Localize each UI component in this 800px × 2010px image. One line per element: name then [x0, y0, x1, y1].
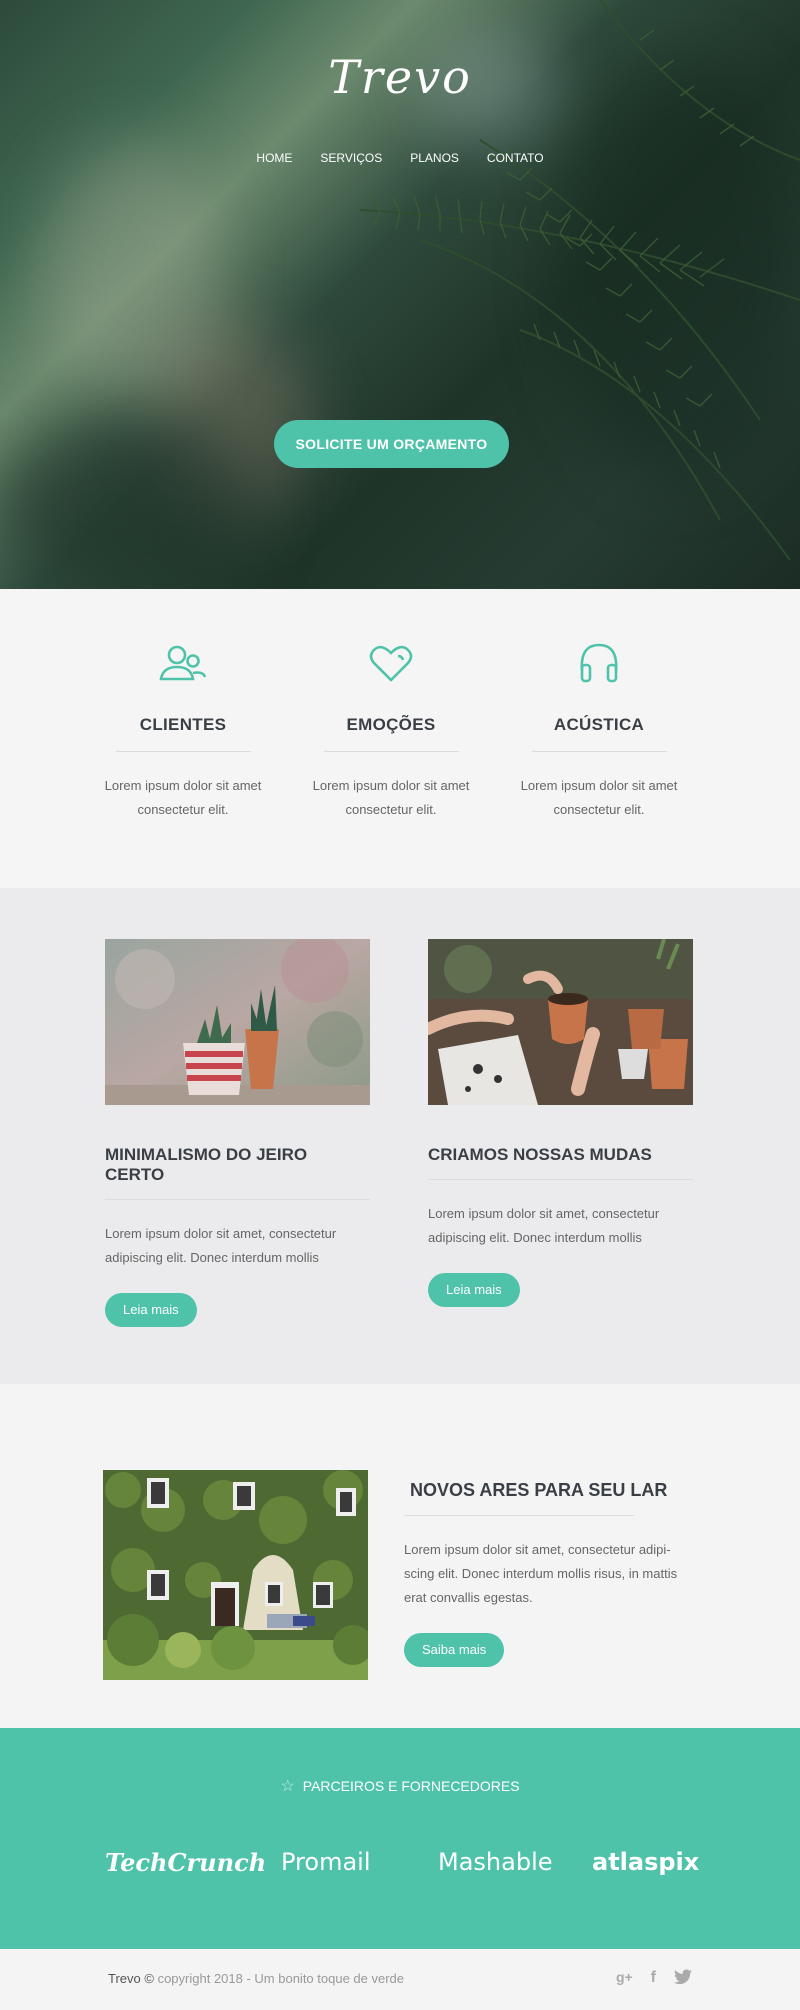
partner-logo-promail[interactable]: Promail [281, 1848, 371, 1876]
partner-logo-mashable[interactable]: Mashable [438, 1848, 553, 1876]
article-title: MINIMALISMO DO JEIRO CERTO [105, 1145, 308, 1184]
articles-section: MINIMALISMO DO JEIRO CERTO Lorem ipsum d… [0, 888, 800, 1384]
feature-acustica: ACÚSTICA Lorem ipsum dolor sit amet cons… [499, 639, 699, 822]
featured-content: NOVOS ARES PARA SEU LAR Lorem ipsum dolo… [404, 1470, 699, 1667]
learn-more-button[interactable]: Saiba mais [404, 1633, 505, 1667]
hero-section: Trevo HOME SERVIÇOS PLANOS CONTATO SOLIC… [0, 0, 800, 589]
footer: Trevo © copyright 2018 - Um bonito toque… [0, 1949, 800, 2010]
users-icon [83, 639, 283, 687]
facebook-icon[interactable]: f [651, 1969, 656, 1990]
twitter-icon[interactable] [674, 1969, 692, 1990]
site-logo[interactable]: Trevo [0, 50, 800, 104]
divider [323, 751, 459, 752]
ivy-house-image[interactable] [103, 1470, 368, 1680]
article-text: Lorem ipsum dolor sit amet, consectetur … [428, 1206, 660, 1245]
partners-heading: ☆ PARCEIROS E FORNECEDORES [0, 1776, 800, 1796]
featured-title: NOVOS ARES PARA SEU LAR [410, 1480, 668, 1500]
succulent-pots-image[interactable] [105, 939, 370, 1105]
feature-title: EMOÇÕES [346, 715, 436, 734]
article-card: CRIAMOS NOSSAS MUDAS Lorem ipsum dolor s… [428, 939, 693, 1307]
feature-clientes: CLIENTES Lorem ipsum dolor sit amet cons… [83, 639, 283, 822]
headphones-icon [499, 639, 699, 687]
feature-text: Lorem ipsum dolor sit amet consectetur e… [520, 778, 678, 817]
features-section: CLIENTES Lorem ipsum dolor sit amet cons… [0, 589, 800, 888]
article-card: MINIMALISMO DO JEIRO CERTO Lorem ipsum d… [105, 939, 370, 1327]
feature-title: CLIENTES [139, 715, 227, 734]
heart-icon [291, 639, 491, 687]
nav-planos[interactable]: PLANOS [396, 151, 473, 165]
copyright-label: copyright 2018 - Um bonito toque de verd… [157, 1971, 405, 1986]
partners-section: ☆ PARCEIROS E FORNECEDORES TechCrunch Pro… [0, 1728, 800, 1949]
divider [115, 751, 251, 752]
divider [105, 1199, 370, 1200]
nav-contato[interactable]: CONTATO [473, 151, 558, 165]
potting-plants-image[interactable] [428, 939, 693, 1105]
read-more-button[interactable]: Leia mais [428, 1273, 520, 1307]
featured-text: Lorem ipsum dolor sit amet, consectetur … [404, 1542, 678, 1605]
feature-title: ACÚSTICA [553, 715, 645, 734]
featured-section: NOVOS ARES PARA SEU LAR Lorem ipsum dolo… [0, 1384, 800, 1728]
feature-emocoes: EMOÇÕES Lorem ipsum dolor sit amet conse… [291, 639, 491, 822]
google-plus-icon[interactable]: g+ [616, 1969, 633, 1990]
article-title: CRIAMOS NOSSAS MUDAS [428, 1145, 652, 1164]
footer-brand: Trevo © [108, 1971, 154, 1986]
feature-text: Lorem ipsum dolor sit amet consectetur e… [104, 778, 262, 817]
main-nav: HOME SERVIÇOS PLANOS CONTATO [0, 151, 800, 165]
divider [531, 751, 667, 752]
nav-servicos[interactable]: SERVIÇOS [306, 151, 396, 165]
social-links: g+ f [616, 1969, 692, 1990]
copyright-text: Trevo © copyright 2018 - Um bonito toque… [108, 1971, 404, 1986]
divider [428, 1179, 693, 1180]
partner-logo-atlaspix[interactable]: atlaspix [592, 1848, 699, 1876]
article-text: Lorem ipsum dolor sit amet, consectetur … [105, 1226, 337, 1265]
star-icon: ☆ [280, 1778, 295, 1795]
partner-logo-techcrunch[interactable]: TechCrunch [105, 1848, 266, 1877]
quote-request-button[interactable]: SOLICITE UM ORÇAMENTO [274, 420, 509, 468]
nav-home[interactable]: HOME [242, 151, 306, 165]
feature-text: Lorem ipsum dolor sit amet consectetur e… [312, 778, 470, 817]
partners-heading-label: PARCEIROS E FORNECEDORES [302, 1778, 520, 1794]
divider [404, 1515, 634, 1516]
read-more-button[interactable]: Leia mais [105, 1293, 197, 1327]
